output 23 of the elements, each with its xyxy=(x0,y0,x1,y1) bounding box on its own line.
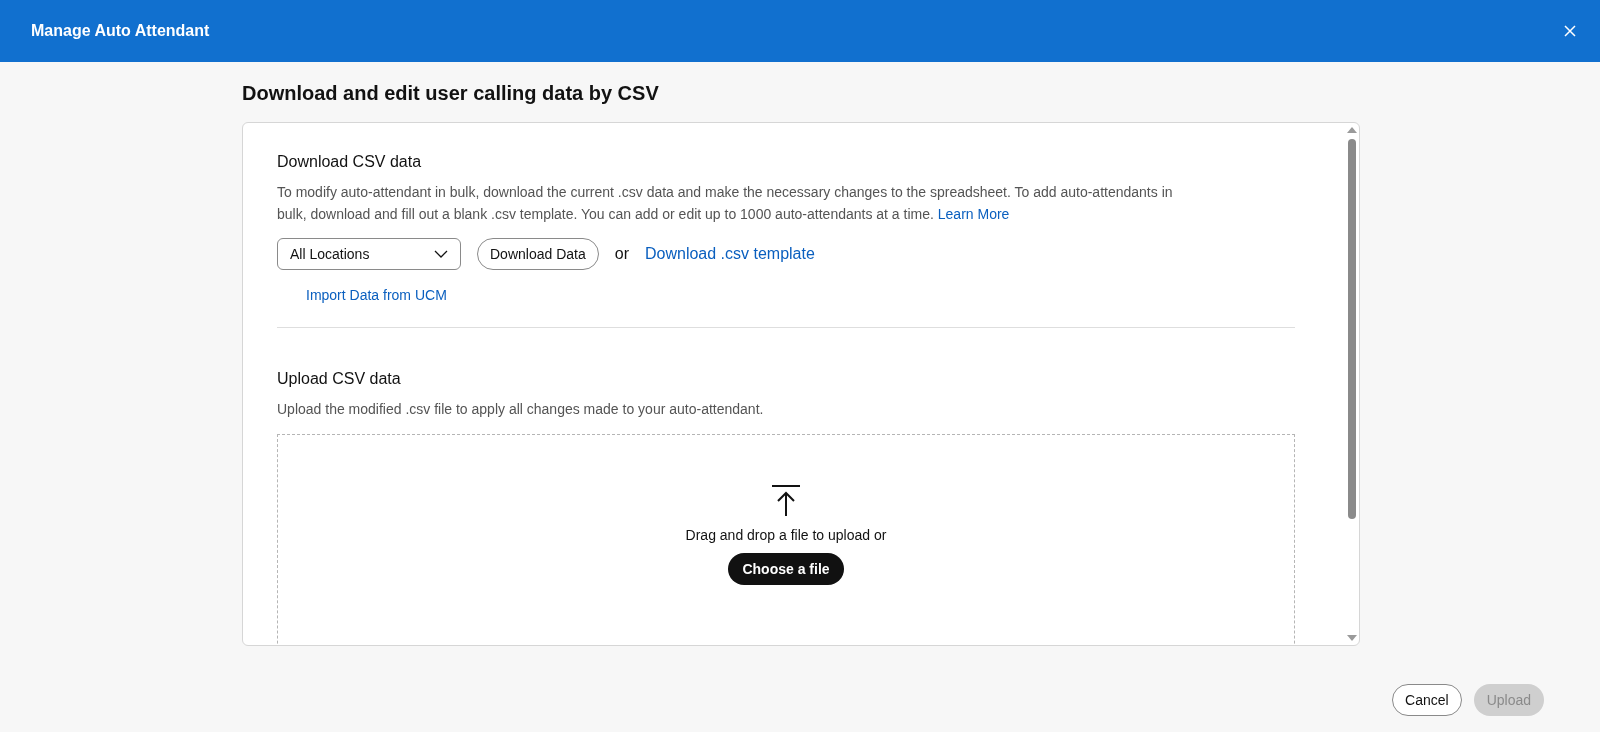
drop-zone[interactable]: Drag and drop a file to upload or Choose a file xyxy=(277,434,1295,645)
choose-file-button[interactable]: Choose a file xyxy=(728,553,844,585)
section-heading: Upload CSV data xyxy=(277,370,402,388)
download-data-button[interactable]: Download Data xyxy=(477,238,599,270)
drop-text: Drag and drop a file to upload or xyxy=(685,527,887,543)
or-text: or xyxy=(614,245,629,263)
chevron-down-icon xyxy=(434,250,448,258)
description-text: To modify auto-attendant in bulk, download the current .csv data and make the necessary changes to the spreadsheet. To add auto-attendants in bulk, download and fill out a blank .csv template. You can add or edit up to 1000 auto-attendants at a time. Learn More xyxy=(277,183,1174,224)
import-link[interactable]: Import Data from UCM xyxy=(306,287,447,303)
scrollbar-thumb[interactable] xyxy=(1348,139,1356,519)
download-template-link[interactable]: Download .csv template xyxy=(644,245,815,263)
location-select[interactable]: All Locations xyxy=(277,238,461,270)
scroll-down-icon[interactable] xyxy=(1347,635,1357,641)
window-title: Manage Auto Attendant xyxy=(31,22,210,40)
section-heading: Download CSV data xyxy=(277,153,423,171)
cancel-button[interactable]: Cancel xyxy=(1392,684,1462,716)
upload-description: Upload the modified .csv file to apply all changes made to your auto-attendant. xyxy=(277,400,765,419)
scroll-up-icon[interactable] xyxy=(1347,127,1357,133)
close-button[interactable] xyxy=(1562,23,1578,39)
learn-more-link[interactable]: Learn More xyxy=(937,206,1010,222)
upload-icon xyxy=(771,485,801,517)
page-title: Download and edit user calling data by CSV xyxy=(242,82,660,105)
close-icon xyxy=(1562,23,1578,39)
